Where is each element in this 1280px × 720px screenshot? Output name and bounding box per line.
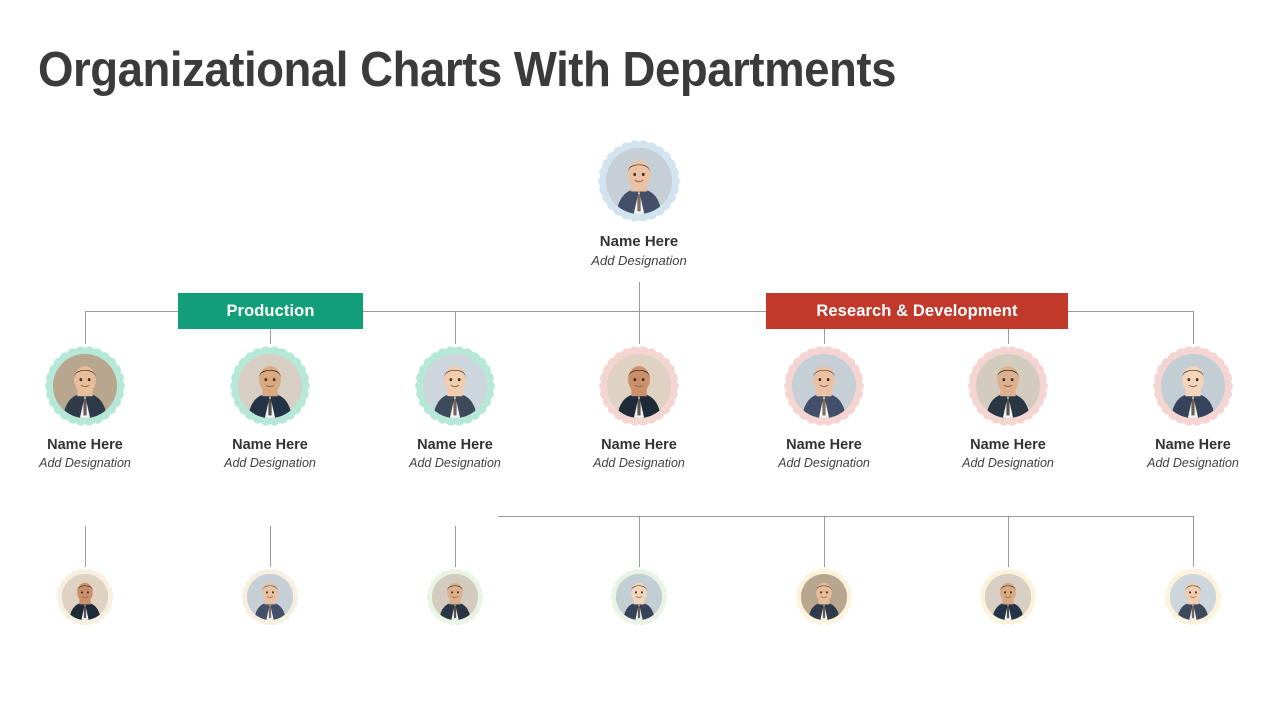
- avatar-ring: [1151, 344, 1235, 428]
- avatar: [238, 354, 302, 418]
- connector-root-stem: [639, 282, 640, 311]
- department-label: Research & Development: [816, 301, 1018, 320]
- avatar: [53, 354, 117, 418]
- avatar: [976, 354, 1040, 418]
- connector-level3-drop-6: [1008, 516, 1009, 567]
- connector-level3-drop-5: [824, 516, 825, 567]
- org-chart-slide: Organizational Charts With Departments P…: [0, 0, 1280, 720]
- node-designation: Add Designation: [962, 456, 1054, 470]
- node-name: Name Here: [601, 437, 677, 453]
- avatar: [801, 574, 847, 620]
- avatar: [792, 354, 856, 418]
- avatar: [247, 574, 293, 620]
- avatar-ring: [597, 344, 681, 428]
- avatar-ring: [978, 567, 1038, 627]
- connector-level2-drop-3: [455, 311, 456, 344]
- org-node-level2-3[interactable]: Name Here Add Designation: [353, 344, 557, 470]
- node-designation: Add Designation: [39, 456, 131, 470]
- org-node-level2-5[interactable]: Name Here Add Designation: [722, 344, 926, 470]
- connector-level3-stub-3: [455, 526, 456, 567]
- avatar: [423, 354, 487, 418]
- avatar: [606, 148, 672, 214]
- connector-level3-drop-4: [639, 516, 640, 567]
- node-name: Name Here: [786, 437, 862, 453]
- org-node-level2-2[interactable]: Name Here Add Designation: [168, 344, 372, 470]
- avatar-ring: [413, 344, 497, 428]
- avatar: [607, 354, 671, 418]
- avatar: [1170, 574, 1216, 620]
- org-node-level2-6[interactable]: Name Here Add Designation: [906, 344, 1110, 470]
- org-node-level2-7[interactable]: Name Here Add Designation: [1091, 344, 1280, 470]
- avatar-ring: [425, 567, 485, 627]
- department-label: Production: [226, 301, 315, 320]
- node-name: Name Here: [417, 437, 493, 453]
- node-designation: Add Designation: [409, 456, 501, 470]
- avatar: [985, 574, 1031, 620]
- org-node-level2-1[interactable]: Name Here Add Designation: [0, 344, 187, 470]
- avatar-ring: [1163, 567, 1223, 627]
- avatar-ring: [794, 567, 854, 627]
- department-banner-research[interactable]: Research & Development: [766, 293, 1068, 329]
- connector-level2-drop-1: [85, 311, 86, 344]
- connector-level3-stub-1: [85, 526, 86, 567]
- connector-level3-stub-2: [270, 526, 271, 567]
- node-designation: Add Designation: [593, 456, 685, 470]
- org-node-level2-4[interactable]: Name Here Add Designation: [537, 344, 741, 470]
- node-name: Name Here: [232, 437, 308, 453]
- connector-level3-bus: [498, 516, 1193, 517]
- connector-level2-drop-7: [1193, 311, 1194, 344]
- avatar-ring: [782, 344, 866, 428]
- org-node-level3-2[interactable]: [180, 567, 360, 627]
- org-node-level3-7[interactable]: [1103, 567, 1280, 627]
- node-designation: Add Designation: [591, 253, 687, 268]
- avatar-ring: [228, 344, 312, 428]
- org-node-level3-3[interactable]: [365, 567, 545, 627]
- avatar-ring: [609, 567, 669, 627]
- avatar-ring: [966, 344, 1050, 428]
- department-banner-production[interactable]: Production: [178, 293, 363, 329]
- avatar-ring: [240, 567, 300, 627]
- avatar-ring: [43, 344, 127, 428]
- node-designation: Add Designation: [224, 456, 316, 470]
- node-designation: Add Designation: [1147, 456, 1239, 470]
- avatar: [616, 574, 662, 620]
- org-node-level3-5[interactable]: [734, 567, 914, 627]
- node-name: Name Here: [47, 437, 123, 453]
- avatar: [1161, 354, 1225, 418]
- org-node-root[interactable]: Name Here Add Designation: [536, 138, 742, 268]
- node-name: Name Here: [1155, 437, 1231, 453]
- avatar-ring: [596, 138, 682, 224]
- avatar-ring: [55, 567, 115, 627]
- org-node-level3-1[interactable]: [0, 567, 175, 627]
- connector-level2-drop-4: [639, 311, 640, 344]
- avatar: [62, 574, 108, 620]
- page-title: Organizational Charts With Departments: [38, 43, 896, 97]
- avatar: [432, 574, 478, 620]
- org-node-level3-6[interactable]: [918, 567, 1098, 627]
- node-designation: Add Designation: [778, 456, 870, 470]
- connector-level3-drop-7: [1193, 516, 1194, 567]
- node-name: Name Here: [599, 233, 679, 250]
- org-node-level3-4[interactable]: [549, 567, 729, 627]
- node-name: Name Here: [970, 437, 1046, 453]
